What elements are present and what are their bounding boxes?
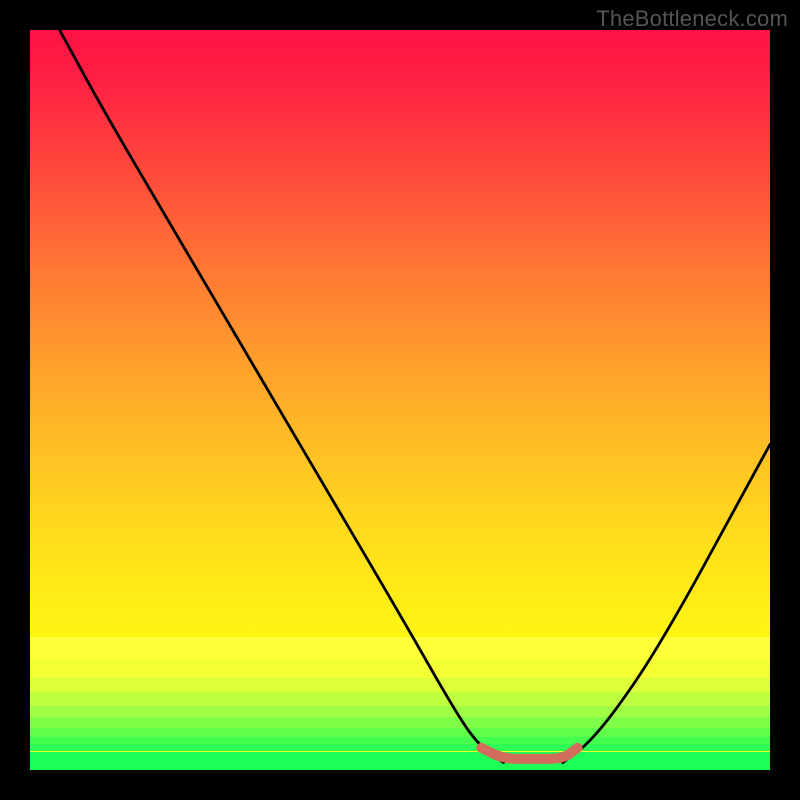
gradient-band [30, 752, 770, 771]
gradient-band [30, 637, 770, 659]
gradient-band [30, 692, 770, 705]
gradient-band [30, 706, 770, 718]
gradient-band [30, 728, 770, 737]
chart-plot-area [30, 30, 770, 770]
chart-frame: TheBottleneck.com [0, 0, 800, 800]
gradient-band [30, 678, 770, 693]
watermark-text: TheBottleneck.com [596, 6, 788, 32]
gradient-band [30, 744, 770, 751]
gradient-band [30, 717, 770, 727]
gradient-band [30, 737, 770, 744]
gradient-band [30, 659, 770, 678]
